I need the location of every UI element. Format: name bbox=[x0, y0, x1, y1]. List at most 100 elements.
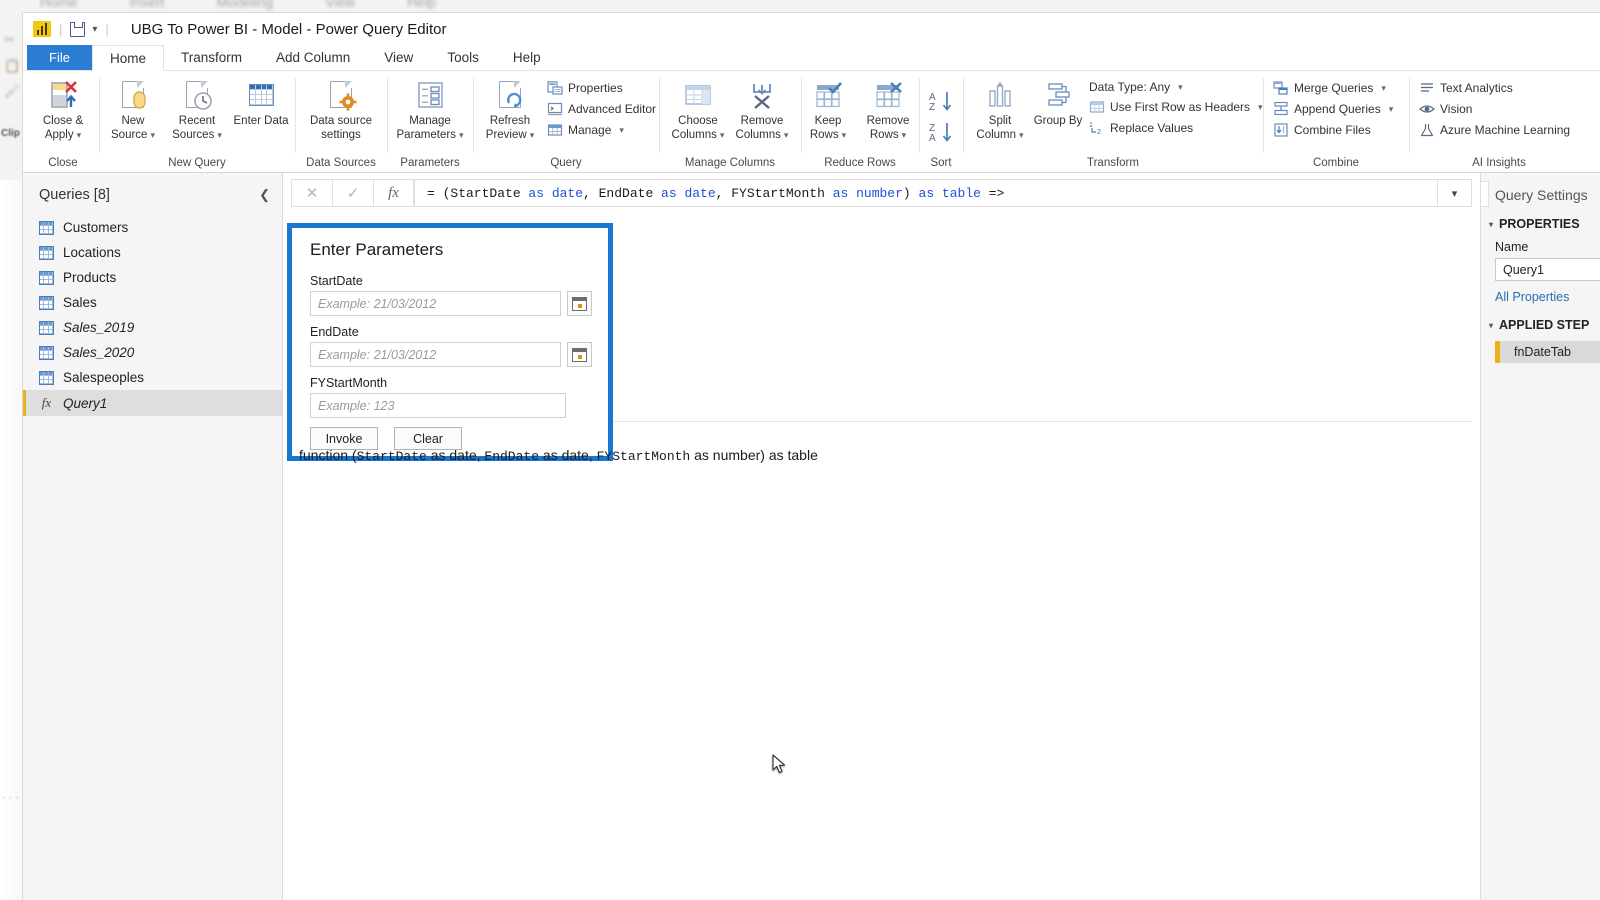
name-label: Name bbox=[1495, 240, 1529, 254]
query-item-label: Sales bbox=[63, 295, 97, 310]
append-queries-caret-icon[interactable]: ▾ bbox=[1389, 104, 1394, 115]
combine-files-label: Combine Files bbox=[1294, 123, 1371, 137]
tab-view[interactable]: View bbox=[367, 45, 430, 70]
enter-parameters-highlight: Enter Parameters StartDate Example: 21/0… bbox=[287, 223, 613, 461]
group-by-label: Group By bbox=[1033, 115, 1083, 127]
table-icon bbox=[39, 220, 54, 235]
data-type-label: Data Type: Any bbox=[1089, 80, 1171, 94]
choose-columns-button[interactable]: Choose Columns ▾ bbox=[667, 75, 729, 142]
cancel-icon[interactable]: ✕ bbox=[291, 179, 332, 207]
function-icon: fx bbox=[41, 395, 52, 410]
manage-icon bbox=[547, 122, 563, 138]
data-source-settings-icon bbox=[325, 79, 357, 111]
combine-files-button[interactable]: Combine Files bbox=[1273, 122, 1393, 138]
chevron-down-icon[interactable]: ▾ bbox=[1438, 179, 1472, 207]
tab-tools[interactable]: Tools bbox=[430, 45, 496, 70]
tab-add-column[interactable]: Add Column bbox=[259, 45, 367, 70]
close-and-apply-button[interactable]: Close & Apply ▾ bbox=[32, 75, 94, 142]
recent-sources-button[interactable]: Recent Sources ▾ bbox=[166, 75, 228, 142]
sort-descending-button[interactable]: Z A bbox=[928, 121, 954, 148]
split-column-button[interactable]: Split Column ▾ bbox=[969, 75, 1031, 142]
ribbon-group-title-data-sources: Data Sources bbox=[306, 157, 376, 169]
query-item-salespeoples[interactable]: Salespeoples bbox=[23, 365, 282, 390]
query-item-query1[interactable]: fx Query1 bbox=[23, 390, 282, 416]
ribbon-group-title-ai-insights: AI Insights bbox=[1472, 157, 1526, 169]
split-column-label: Split Column ▾ bbox=[976, 115, 1024, 141]
formula-input[interactable]: = (StartDate as date, EndDate as date, F… bbox=[414, 179, 1438, 207]
sort-ascending-button[interactable]: A Z bbox=[928, 90, 954, 117]
startdate-input[interactable]: Example: 21/03/2012 bbox=[310, 291, 562, 316]
remove-rows-button[interactable]: Remove Rows ▾ bbox=[857, 75, 919, 142]
chevron-down-icon[interactable]: ▾ bbox=[1481, 181, 1489, 207]
enddate-label: EndDate bbox=[310, 325, 359, 339]
tab-home[interactable]: Home bbox=[91, 45, 164, 71]
refresh-preview-button[interactable]: Refresh Preview ▾ bbox=[479, 75, 541, 142]
remove-columns-button[interactable]: Remove Columns ▾ bbox=[731, 75, 793, 142]
checkmark-icon[interactable]: ✓ bbox=[332, 179, 373, 207]
startdate-calendar-button[interactable] bbox=[567, 291, 592, 316]
tab-help[interactable]: Help bbox=[496, 45, 558, 70]
tab-file[interactable]: File bbox=[27, 45, 92, 70]
enddate-input[interactable]: Example: 21/03/2012 bbox=[310, 342, 562, 367]
chevron-left-icon[interactable]: ❮ bbox=[259, 187, 270, 203]
applied-step-item[interactable]: fnDateTab bbox=[1495, 341, 1600, 363]
data-source-settings-label: Data source settings bbox=[309, 115, 372, 141]
ribbon-group-sort: A Z Z A Sort bbox=[919, 71, 963, 172]
query-item-sales[interactable]: Sales bbox=[23, 290, 282, 315]
query-item-sales-2019[interactable]: Sales_2019 bbox=[23, 315, 282, 340]
fystartmonth-input[interactable]: Example: 123 bbox=[310, 393, 566, 418]
recent-sources-icon bbox=[181, 79, 213, 111]
remove-columns-icon bbox=[746, 79, 778, 111]
manage-button[interactable]: Manage ▾ bbox=[547, 122, 656, 138]
manage-caret-icon[interactable]: ▾ bbox=[619, 125, 624, 136]
replace-values-button[interactable]: 1 2 Replace Values bbox=[1089, 120, 1263, 136]
formula-bar: ✕ ✓ fx = (StartDate as date, EndDate as … bbox=[283, 173, 1480, 207]
advanced-editor-button[interactable]: Advanced Editor bbox=[547, 101, 656, 117]
all-properties-link[interactable]: All Properties bbox=[1481, 281, 1600, 304]
applied-steps-section-header[interactable]: ▾ APPLIED STEP bbox=[1481, 304, 1600, 332]
manage-parameters-button[interactable]: Manage Parameters ▾ bbox=[393, 75, 467, 142]
ribbon-group-combine: Merge Queries ▾ Append Queries ▾ Combine… bbox=[1263, 71, 1409, 172]
refresh-preview-icon bbox=[494, 79, 526, 111]
calendar-icon bbox=[572, 296, 588, 311]
data-type-selector[interactable]: Data Type: Any ▾ bbox=[1089, 80, 1263, 94]
merge-queries-caret-icon[interactable]: ▾ bbox=[1381, 83, 1386, 94]
new-source-button[interactable]: New Source ▾ bbox=[102, 75, 164, 142]
enter-data-button[interactable]: Enter Data bbox=[230, 75, 292, 129]
group-by-icon bbox=[1042, 79, 1074, 111]
quick-access-caret-icon[interactable]: ▾ bbox=[92, 24, 97, 35]
append-queries-button[interactable]: Append Queries ▾ bbox=[1273, 101, 1393, 117]
text-analytics-label: Text Analytics bbox=[1440, 81, 1513, 95]
keep-rows-button[interactable]: Keep Rows ▾ bbox=[801, 75, 855, 142]
enter-data-label: Enter Data bbox=[233, 115, 289, 127]
enddate-calendar-button[interactable] bbox=[567, 342, 592, 367]
merge-queries-icon bbox=[1273, 80, 1289, 96]
use-first-row-as-headers-button[interactable]: Use First Row as Headers ▾ bbox=[1089, 99, 1263, 115]
azure-machine-learning-button[interactable]: Azure Machine Learning bbox=[1419, 122, 1570, 138]
text-analytics-icon bbox=[1419, 80, 1435, 96]
fx-icon[interactable]: fx bbox=[373, 179, 414, 207]
ribbon-group-title-query: Query bbox=[550, 157, 582, 169]
query-item-label: Customers bbox=[63, 220, 129, 235]
table-icon bbox=[39, 270, 54, 285]
ribbon-group-title-combine: Combine bbox=[1312, 157, 1360, 169]
manage-label: Manage bbox=[568, 123, 612, 137]
mouse-pointer-icon bbox=[772, 754, 788, 776]
use-first-row-caret-icon[interactable]: ▾ bbox=[1258, 102, 1263, 113]
merge-queries-button[interactable]: Merge Queries ▾ bbox=[1273, 80, 1393, 96]
text-analytics-button[interactable]: Text Analytics bbox=[1419, 80, 1570, 96]
query-item-customers[interactable]: Customers bbox=[23, 215, 282, 240]
properties-section-header[interactable]: ▾ PROPERTIES bbox=[1481, 203, 1600, 231]
query-item-sales-2020[interactable]: Sales_2020 bbox=[23, 340, 282, 365]
data-source-settings-button[interactable]: Data source settings bbox=[302, 75, 380, 142]
tab-transform[interactable]: Transform bbox=[164, 45, 259, 70]
save-icon[interactable] bbox=[70, 21, 86, 37]
vision-button[interactable]: Vision bbox=[1419, 101, 1570, 117]
properties-button[interactable]: Properties bbox=[547, 80, 656, 96]
ribbon-group-title-close: Close bbox=[48, 157, 78, 169]
query-item-locations[interactable]: Locations bbox=[23, 240, 282, 265]
name-input[interactable]: Query1 bbox=[1495, 258, 1600, 281]
query-item-products[interactable]: Products bbox=[23, 265, 282, 290]
data-type-caret-icon[interactable]: ▾ bbox=[1178, 82, 1183, 93]
group-by-button[interactable]: Group By bbox=[1033, 75, 1083, 129]
